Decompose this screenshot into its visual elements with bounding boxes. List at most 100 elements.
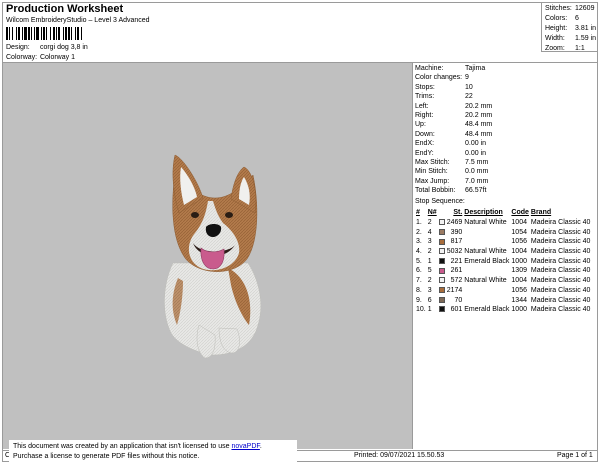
info-value: Tajima xyxy=(465,65,486,72)
seq-brand: Madeira Classic 40 xyxy=(530,219,591,227)
seq-index: 2. xyxy=(416,228,422,236)
info-row: Trims: 22 xyxy=(415,92,597,101)
seq-code: 1056 xyxy=(511,286,527,294)
info-row: Machine: Tajima xyxy=(415,64,597,73)
color-swatch xyxy=(438,257,445,264)
seq-description xyxy=(463,227,510,237)
design-label: Design: xyxy=(6,44,30,51)
seq-index: 9. xyxy=(416,296,422,304)
seq-header: St. xyxy=(453,209,463,217)
color-swatch xyxy=(438,248,445,255)
seq-code: 1344 xyxy=(511,296,527,304)
info-label: Min Stitch: xyxy=(415,168,448,176)
info-value: 7.0 mm xyxy=(465,177,489,185)
seq-header: # xyxy=(416,209,420,217)
stat-label: Zoom: xyxy=(545,45,565,52)
seq-description: Emerald Black xyxy=(464,257,510,265)
info-value: 0.00 in xyxy=(465,140,487,148)
info-value: 48.4 mm xyxy=(465,130,493,138)
stat-value: 12609 xyxy=(575,5,595,12)
design-value: corgi dog 3,8 in xyxy=(39,44,88,51)
seq-brand: Madeira Classic 40 xyxy=(530,248,591,256)
info-value: 20.2 mm xyxy=(465,102,493,110)
stat-row: Height: 3.81 in xyxy=(545,24,598,34)
info-value: 22 xyxy=(465,93,473,101)
table-row: 10. 1 601 Emerald Black 1000 Madeira Classic … xyxy=(415,305,591,315)
notice-line1-end: . xyxy=(259,443,262,450)
seq-description: Natural White xyxy=(464,248,507,256)
seq-index: 7. xyxy=(416,277,422,285)
seq-swatch-cell xyxy=(438,266,446,276)
seq-description: Emerald Black xyxy=(464,306,510,314)
seq-index: 6. xyxy=(416,267,422,275)
printed-timestamp: Printed: 09/07/2021 15.50.53 xyxy=(354,452,445,459)
stat-value: 1.59 in xyxy=(575,35,597,42)
stat-value: 3.81 in xyxy=(575,25,597,32)
seq-stitches: 261 xyxy=(450,267,463,275)
info-value: 9 xyxy=(465,74,469,82)
seq-stitches: 817 xyxy=(450,238,463,246)
seq-index: 10. xyxy=(416,306,426,314)
color-swatch xyxy=(438,306,445,313)
seq-brand: Madeira Classic 40 xyxy=(530,257,591,265)
info-value: 0.0 mm xyxy=(465,168,489,176)
page-number: Page 1 of 1 xyxy=(557,452,593,459)
stat-row: Colors: 6 xyxy=(545,14,598,24)
info-value: 20.2 mm xyxy=(465,112,493,120)
seq-index: 3. xyxy=(416,238,422,246)
stop-sequence-table: # N# St. Description Code Brand 1. 2 2469 Natura… xyxy=(415,208,591,315)
seq-code: 1004 xyxy=(511,277,527,285)
seq-needle: 2 xyxy=(427,219,432,227)
table-row: 3. 3 817 1056 Madeira Classic 40 xyxy=(415,237,591,247)
stat-value: 6 xyxy=(575,15,579,22)
seq-code: 1004 xyxy=(511,219,527,227)
seq-description xyxy=(463,295,510,305)
seq-stitches: 221 xyxy=(450,257,463,265)
seq-code: 1054 xyxy=(511,228,527,236)
table-row: 8. 3 2174 1056 Madeira Classic 40 xyxy=(415,286,591,296)
seq-code: 1056 xyxy=(511,238,527,246)
seq-header: Code xyxy=(511,209,529,217)
seq-swatch-cell xyxy=(438,227,446,237)
info-row: Color changes: 9 xyxy=(415,73,597,82)
stat-label: Width: xyxy=(545,35,565,42)
info-row: Max Jump: 7.0 mm xyxy=(415,177,597,186)
stat-row: Stitches: 12609 xyxy=(545,4,598,14)
seq-brand: Madeira Classic 40 xyxy=(530,267,591,275)
corgi-embroidery-image xyxy=(164,154,261,359)
seq-swatch-cell xyxy=(438,218,446,228)
seq-stitches: 70 xyxy=(454,296,463,304)
seq-needle: 1 xyxy=(427,306,432,314)
seq-needle: 3 xyxy=(427,286,432,294)
info-label: Left: xyxy=(415,102,429,110)
seq-index: 4. xyxy=(416,248,422,256)
novapdf-link[interactable]: novaPDF xyxy=(231,443,259,450)
seq-needle: 2 xyxy=(427,248,432,256)
stat-label: Colors: xyxy=(545,15,568,22)
seq-header: Brand xyxy=(530,209,552,217)
info-label: Stops: xyxy=(415,83,435,91)
seq-brand: Madeira Classic 40 xyxy=(530,238,591,246)
info-label: Color changes: xyxy=(415,74,463,82)
seq-description: Natural White xyxy=(464,277,507,285)
color-swatch xyxy=(438,296,445,303)
seq-header: N# xyxy=(427,209,437,217)
info-label: Max Stitch: xyxy=(415,159,450,167)
seq-needle: 2 xyxy=(427,277,432,285)
seq-header: Description xyxy=(464,209,503,217)
license-notice: This document was created by an applicat… xyxy=(9,440,297,462)
seq-needle: 1 xyxy=(427,257,432,265)
seq-needle: 4 xyxy=(427,228,432,236)
stat-label: Stitches: xyxy=(545,5,572,12)
design-preview xyxy=(3,63,413,449)
color-swatch xyxy=(438,267,445,274)
software-subtitle: Wilcom EmbroideryStudio – Level 3 Advanc… xyxy=(6,17,150,24)
stop-sequence-label: Stop Sequence: xyxy=(415,198,465,205)
colorway-value: Colorway 1 xyxy=(39,54,75,61)
info-label: Max Jump: xyxy=(415,177,450,185)
info-label: Machine: xyxy=(415,65,444,72)
seq-code: 1000 xyxy=(511,257,527,265)
stat-value: 1:1 xyxy=(575,45,585,52)
info-label: EndY: xyxy=(415,149,434,157)
stat-row: Zoom: 1:1 xyxy=(545,44,598,54)
